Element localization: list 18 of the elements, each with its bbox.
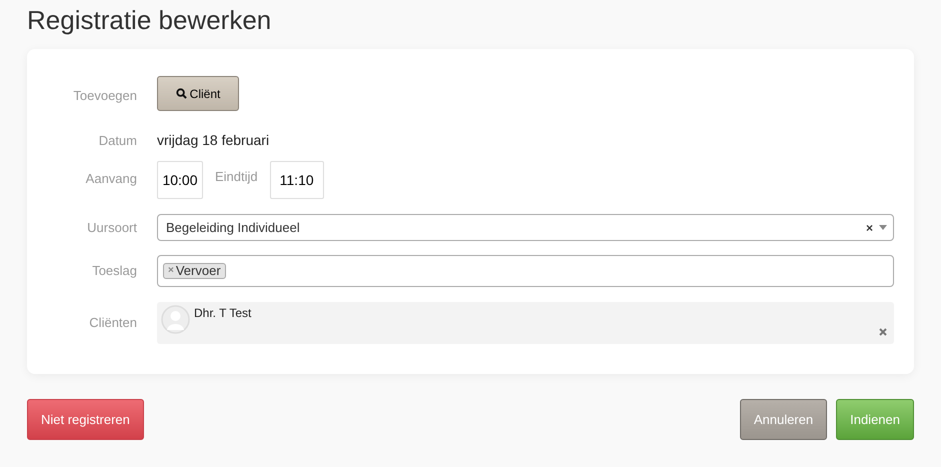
- client-search-button[interactable]: Cliënt: [157, 76, 239, 111]
- hour-type-select[interactable]: Begeleiding Individueel ×: [157, 214, 894, 241]
- field-label: Toevoegen: [72, 87, 137, 105]
- field-label: Uursoort: [86, 218, 137, 237]
- field-label: Cliënten: [88, 314, 137, 332]
- field-label: Eindtijd: [215, 168, 258, 186]
- page-title: Registratie bewerken: [26, 4, 272, 37]
- start-time-field[interactable]: 10:00: [157, 161, 203, 199]
- clear-icon[interactable]: ×: [866, 218, 873, 236]
- client-name: Dhr. T Test: [194, 305, 252, 321]
- date-value: vrijdag 18 februari: [157, 131, 270, 150]
- field-label: Toeslag: [91, 262, 137, 280]
- field-label: Datum: [98, 132, 137, 150]
- not-register-button[interactable]: Niet registreren: [27, 399, 144, 440]
- end-time-field[interactable]: 11:10: [270, 161, 324, 199]
- surcharge-tag[interactable]: ×Vervoer: [163, 263, 226, 279]
- field-label: Aanvang: [84, 170, 137, 188]
- surcharge-field[interactable]: ×Vervoer: [157, 255, 894, 287]
